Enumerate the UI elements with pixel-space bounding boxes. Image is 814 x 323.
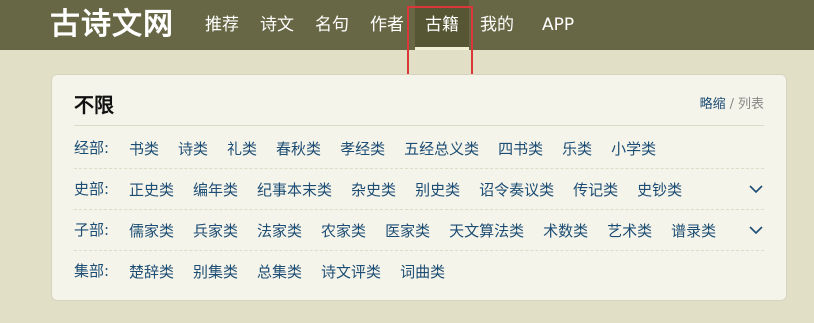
category-row-ji: 集部: 楚辞类 别集类 总集类 诗文评类 词曲类	[74, 251, 764, 292]
category-link[interactable]: 史钞类	[637, 181, 682, 199]
view-switch: 略缩 / 列表	[700, 93, 764, 112]
category-link[interactable]: 医家类	[385, 222, 430, 240]
category-link[interactable]: 书类	[129, 140, 159, 158]
chevron-down-icon[interactable]	[748, 223, 764, 237]
site-logo[interactable]: 古诗文网	[50, 6, 174, 44]
category-link[interactable]: 谱录类	[671, 222, 716, 240]
category-link[interactable]: 兵家类	[193, 222, 238, 240]
panel-title: 不限	[74, 93, 114, 117]
category-link[interactable]: 孝经类	[340, 140, 385, 158]
nav-mine[interactable]: 我的	[480, 0, 514, 50]
category-row-shi: 史部: 正史类 编年类 纪事本末类 杂史类 别史类 诏令奏议类 传记类 史钞类	[74, 169, 764, 210]
category-link[interactable]: 杂史类	[351, 181, 396, 199]
category-link[interactable]: 楚辞类	[129, 263, 174, 281]
row-label: 子部:	[74, 221, 110, 239]
nav-recommend[interactable]: 推荐	[205, 0, 239, 50]
title-divider	[74, 125, 764, 126]
nav-poems[interactable]: 诗文	[260, 0, 294, 50]
category-link[interactable]: 词曲类	[400, 263, 445, 281]
category-link[interactable]: 乐类	[562, 140, 592, 158]
row-items: 楚辞类 别集类 总集类 诗文评类 词曲类	[129, 251, 464, 293]
category-link[interactable]: 诗类	[178, 140, 208, 158]
category-row-jing: 经部: 书类 诗类 礼类 春秋类 孝经类 五经总义类 四书类 乐类 小学类	[74, 128, 764, 169]
view-thumbnail-link[interactable]: 略缩	[700, 97, 726, 112]
category-link[interactable]: 农家类	[321, 222, 366, 240]
category-link[interactable]: 天文算法类	[449, 222, 524, 240]
row-label: 集部:	[74, 262, 110, 280]
category-link[interactable]: 礼类	[227, 140, 257, 158]
nav-app[interactable]: APP	[542, 0, 574, 50]
category-link[interactable]: 编年类	[193, 181, 238, 199]
category-row-zi: 子部: 儒家类 兵家类 法家类 农家类 医家类 天文算法类 术数类 艺术类 谱录类	[74, 210, 764, 251]
nav-famous-lines[interactable]: 名句	[315, 0, 349, 50]
nav-authors[interactable]: 作者	[370, 0, 404, 50]
category-link[interactable]: 术数类	[543, 222, 588, 240]
category-link[interactable]: 正史类	[129, 181, 174, 199]
view-list-link[interactable]: 列表	[738, 97, 764, 112]
row-items: 儒家类 兵家类 法家类 农家类 医家类 天文算法类 术数类 艺术类 谱录类	[129, 210, 735, 252]
category-link[interactable]: 五经总义类	[404, 140, 479, 158]
category-link[interactable]: 小学类	[611, 140, 656, 158]
category-link[interactable]: 诗文评类	[321, 263, 381, 281]
category-link[interactable]: 儒家类	[129, 222, 174, 240]
category-link[interactable]: 艺术类	[607, 222, 652, 240]
category-link[interactable]: 纪事本末类	[257, 181, 332, 199]
row-items: 正史类 编年类 纪事本末类 杂史类 别史类 诏令奏议类 传记类 史钞类	[129, 169, 701, 211]
row-label: 经部:	[74, 139, 110, 157]
category-link[interactable]: 别集类	[193, 263, 238, 281]
category-link[interactable]: 诏令奏议类	[479, 181, 554, 199]
category-panel: 不限 略缩 / 列表 经部: 书类 诗类 礼类 春秋类 孝经类 五经总义类 四书类 乐类 小学类 史…	[51, 74, 787, 301]
category-link[interactable]: 传记类	[573, 181, 618, 199]
category-link[interactable]: 四书类	[498, 140, 543, 158]
chevron-down-icon[interactable]	[748, 182, 764, 196]
view-separator: /	[729, 97, 734, 112]
category-link[interactable]: 春秋类	[276, 140, 321, 158]
category-link[interactable]: 总集类	[257, 263, 302, 281]
category-link[interactable]: 法家类	[257, 222, 302, 240]
category-link[interactable]: 别史类	[415, 181, 460, 199]
row-label: 史部:	[74, 180, 110, 198]
row-items: 书类 诗类 礼类 春秋类 孝经类 五经总义类 四书类 乐类 小学类	[129, 128, 675, 170]
